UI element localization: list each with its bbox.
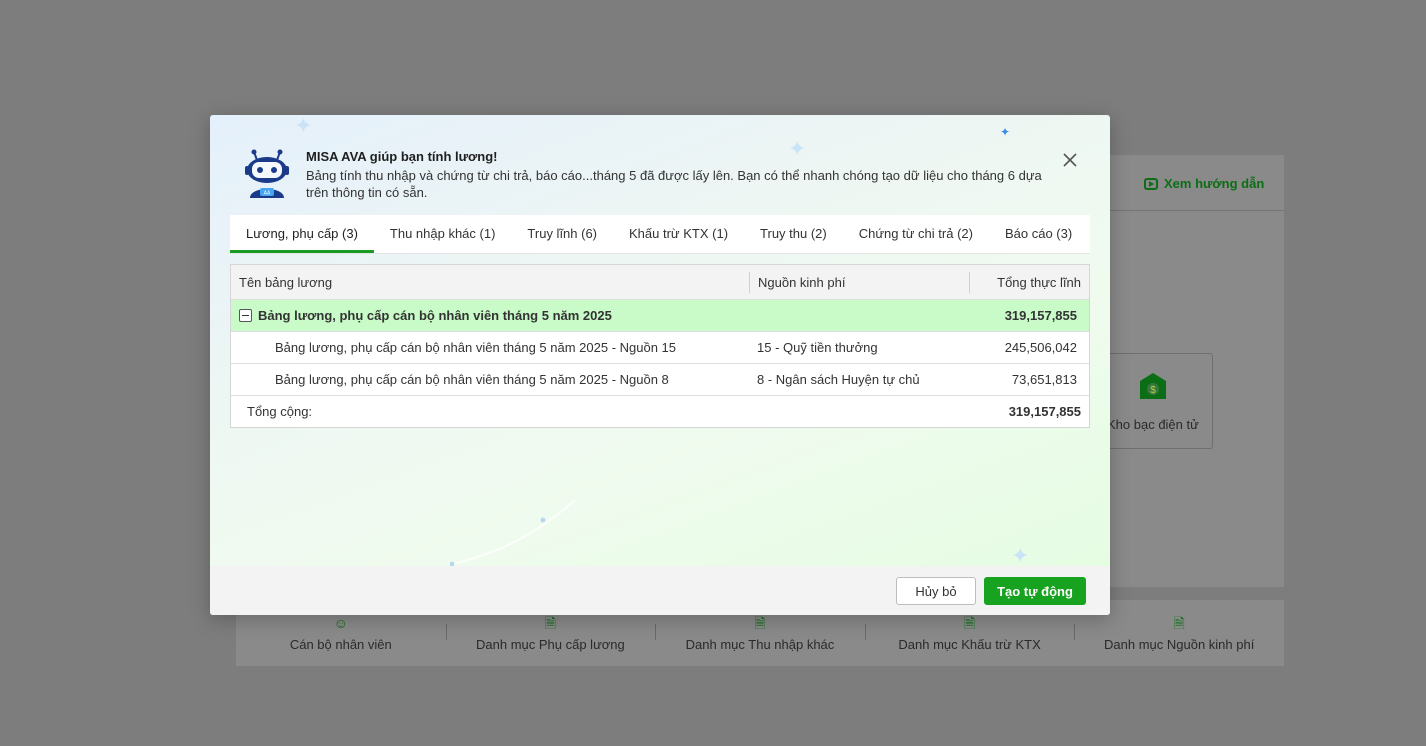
shortcut-label: Danh mục Phụ cấp lương [476,636,625,652]
row-amount: 73,651,813 [1011,372,1077,387]
sparkle-decoration: ✦ [294,115,313,138]
table-row[interactable]: Bảng lương, phụ cấp cán bộ nhân viên thá… [231,332,1089,364]
tab-bar: Lương, phụ cấp (3) Thu nhập khác (1) Tru… [230,215,1090,254]
group-name: Bảng lương, phụ cấp cán bộ nhân viên thá… [258,308,612,323]
payroll-table: Tên bảng lương Nguồn kinh phí Tổng thực … [230,264,1090,428]
total-label: Tổng cộng: [247,404,313,419]
fund-doc-icon: 🗎 [1173,614,1185,631]
sparkle-decoration: ✦ [1000,125,1011,139]
shortcut-label: Danh mục Khấu trừ KTX [898,636,1041,652]
tab-salary-allowance[interactable]: Lương, phụ cấp (3) [230,215,374,253]
treasury-card[interactable]: $ Kho bạc điện tử [1092,353,1213,449]
total-value: 319,157,855 [1008,404,1081,419]
group-total: 319,157,855 [1004,308,1077,323]
income-doc-icon: 🗎 [754,614,766,631]
row-amount: 245,506,042 [1004,340,1077,355]
dialog-description: Bảng tính thu nhập và chứng từ chi trả, … [306,168,1042,200]
tab-payment-vouchers[interactable]: Chứng từ chi trả (2) [843,215,989,253]
sparkle-decoration: ✦ [1011,543,1030,568]
dialog-title: MISA AVA giúp bạn tính lương! [306,149,498,164]
tab-recovery[interactable]: Truy thu (2) [744,215,843,253]
column-header-total: Tổng thực lĩnh [969,271,1089,293]
guide-link[interactable]: Xem hướng dẫn [1144,176,1264,191]
users-icon: ☺ [333,614,348,631]
ava-robot-icon: AA [245,149,289,198]
table-header: Tên bảng lương Nguồn kinh phí Tổng thực … [231,265,1089,300]
table-group-row[interactable]: Bảng lương, phụ cấp cán bộ nhân viên thá… [231,300,1089,332]
collapse-icon[interactable] [239,309,252,322]
guide-link-label: Xem hướng dẫn [1164,176,1265,191]
table-total-row: Tổng cộng: 319,157,855 [231,396,1089,427]
group-name-cell: Bảng lương, phụ cấp cán bộ nhân viên thá… [231,308,749,323]
deduction-doc-icon: 🗎 [963,614,976,631]
column-header-name: Tên bảng lương [239,274,333,290]
shortcut-label: Danh mục Thu nhập khác [685,636,835,652]
row-name: Bảng lương, phụ cấp cán bộ nhân viên thá… [275,372,669,387]
svg-text:AA: AA [264,191,271,197]
table-row[interactable]: Bảng lương, phụ cấp cán bộ nhân viên thá… [231,364,1089,396]
svg-text:$: $ [1150,385,1156,396]
treasury-card-label: Kho bạc điện tử [1107,417,1199,432]
allowance-doc-icon: 🗎 [544,614,557,631]
column-header-source: Nguồn kinh phí [749,271,969,293]
ava-dialog: ✦ ✦ ✦ ✦ AA MISA AVA giúp bạn tính lương!… [210,115,1110,615]
tab-ktx-deduction[interactable]: Khấu trừ KTX (1) [613,215,744,253]
shortcut-label: Danh mục Nguồn kinh phí [1104,636,1255,652]
bank-icon: $ [1140,373,1166,399]
video-play-icon [1144,177,1158,190]
shortcut-label: Cán bộ nhân viên [289,636,392,652]
tab-back-pay[interactable]: Truy lĩnh (6) [511,215,613,253]
auto-create-button[interactable]: Tạo tự động [984,577,1086,605]
row-name: Bảng lương, phụ cấp cán bộ nhân viên thá… [275,340,677,355]
dialog-footer: Hủy bỏ Tạo tự động [210,566,1110,615]
row-source: 15 - Quỹ tiền thưởng [757,340,878,355]
curve-decoration [450,500,576,567]
tab-other-income[interactable]: Thu nhập khác (1) [374,215,512,253]
row-source: 8 - Ngân sách Huyện tự chủ [757,372,920,387]
sparkle-decoration: ✦ [788,136,807,161]
close-icon[interactable] [1060,150,1080,170]
cancel-button[interactable]: Hủy bỏ [896,577,976,605]
tab-reports[interactable]: Báo cáo (3) [989,215,1088,253]
